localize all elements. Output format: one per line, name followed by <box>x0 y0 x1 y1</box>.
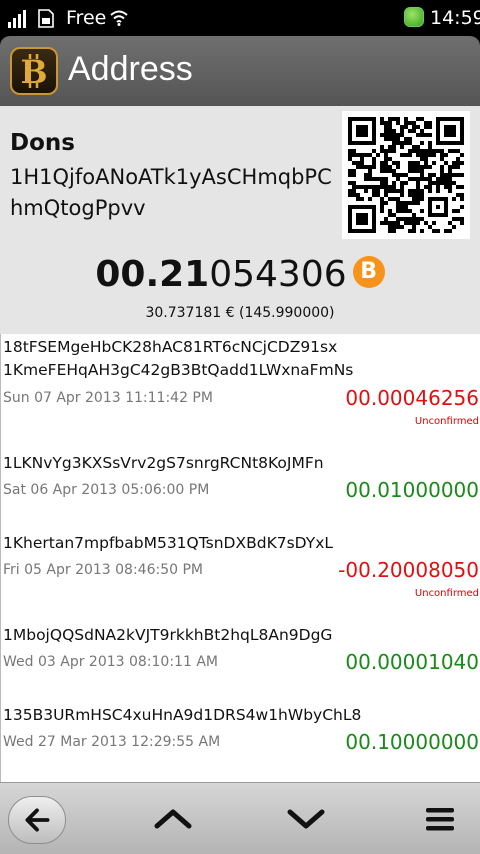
qr-code[interactable] <box>342 111 470 239</box>
scroll-up-button[interactable] <box>147 795 199 843</box>
transaction-row[interactable]: 1Khertan7mpfbabM531QTsnDXBdK7sDYxL Fri 0… <box>1 528 480 608</box>
wifi-icon <box>110 10 128 26</box>
transaction-status: Unconfirmed <box>414 416 479 427</box>
transaction-amount: -00.20008050 <box>338 558 479 582</box>
transaction-date: Sat 06 Apr 2013 05:06:00 PM <box>3 482 210 498</box>
chevron-down-icon <box>287 809 325 829</box>
transaction-date: Sun 07 Apr 2013 11:11:42 PM <box>3 390 213 406</box>
transaction-address: 18tFSEMgeHbCK28hAC81RT6cNCjCDZ91sx <box>3 338 338 356</box>
transaction-row[interactable]: 135B3URmHSC4xuHnA9d1DRS4w1hWbyChL8 Wed 2… <box>1 700 480 780</box>
transaction-address: 1KmeFEHqAH3gC42gB3BtQadd1LWxnaFmNs <box>3 361 354 379</box>
transaction-amount: 00.00046256 <box>345 386 479 410</box>
transaction-address: 1Khertan7mpfbabM531QTsnDXBdK7sDYxL <box>3 534 334 552</box>
bottom-toolbar <box>0 782 480 854</box>
transaction-date: Wed 27 Mar 2013 12:29:55 AM <box>3 734 221 750</box>
balance-integer: 00.21 <box>95 254 210 295</box>
status-bar: Free 14:59 <box>0 0 480 36</box>
transaction-status: Unconfirmed <box>414 588 479 599</box>
transaction-date: Fri 05 Apr 2013 08:46:50 PM <box>3 562 203 578</box>
scroll-down-button[interactable] <box>280 795 332 843</box>
chevron-up-icon <box>154 809 192 829</box>
transaction-list[interactable]: 18tFSEMgeHbCK28hAC81RT6cNCjCDZ91sx 1KmeF… <box>0 334 480 782</box>
back-button[interactable] <box>8 796 66 844</box>
battery-icon <box>404 7 424 27</box>
balance-fraction: 054306 <box>209 254 347 295</box>
page-title: Address <box>68 50 193 88</box>
transaction-row[interactable]: 1MbojQQSdNA2kVJT9rkkhBt2hqL8An9DgG Wed 0… <box>1 620 480 700</box>
sim-card-icon <box>38 9 54 28</box>
carrier-name: Free <box>66 7 107 29</box>
transaction-amount: 00.00001040 <box>345 650 479 674</box>
transaction-date: Wed 03 Apr 2013 08:10:11 AM <box>3 654 218 670</box>
address-label: Dons <box>10 130 75 156</box>
menu-icon <box>426 808 454 831</box>
clock: 14:59 <box>430 7 480 29</box>
app-header: B Address <box>0 36 480 106</box>
address-info-panel: Dons 1H1QjfoANoATk1yAsCHmqbPChmQtogPpvv … <box>0 106 480 334</box>
signal-strength-icon <box>8 10 26 28</box>
menu-button[interactable] <box>414 795 466 843</box>
address-string[interactable]: 1H1QjfoANoATk1yAsCHmqbPChmQtogPpvv <box>10 162 340 224</box>
bitcoin-icon: B <box>352 256 385 288</box>
transaction-row[interactable]: 1LKNvYg3KXSsVrv2gS7snrgRCNt8KoJMFn Sat 0… <box>1 448 480 528</box>
bitcoin-logo-icon: B <box>10 47 58 95</box>
transaction-address: 1MbojQQSdNA2kVJT9rkkhBt2hqL8An9DgG <box>3 626 333 644</box>
balance: 00.21054306 B <box>0 254 480 295</box>
transaction-row[interactable]: 18tFSEMgeHbCK28hAC81RT6cNCjCDZ91sx 1KmeF… <box>1 334 480 427</box>
transaction-address: 1LKNvYg3KXSsVrv2gS7snrgRCNt8KoJMFn <box>3 454 324 472</box>
fiat-value: 30.737181 € (145.990000) <box>145 305 335 321</box>
transaction-address: 135B3URmHSC4xuHnA9d1DRS4w1hWbyChL8 <box>3 706 362 724</box>
transaction-amount: 00.10000000 <box>345 730 479 754</box>
transaction-amount: 00.01000000 <box>345 478 479 502</box>
back-arrow-icon <box>25 808 50 832</box>
svg-text:B: B <box>20 53 47 91</box>
